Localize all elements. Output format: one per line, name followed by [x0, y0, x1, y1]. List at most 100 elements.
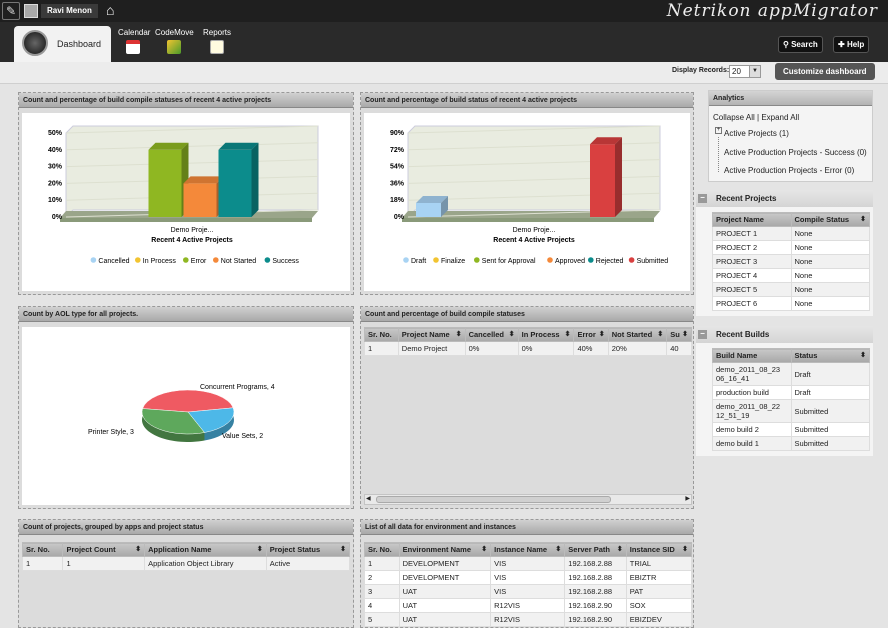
legend-swatch [474, 257, 480, 263]
table-row[interactable]: 1 DEVELOPMENT VIS 192.168.2.88 TRIAL [364, 556, 692, 571]
panel-title: Count by AOL type for all projects. [19, 307, 353, 322]
scroll-left-icon[interactable]: ◀ [366, 495, 371, 502]
column-header[interactable]: Sr. No. [364, 327, 399, 342]
column-header[interactable]: Cancelled ⬍ [464, 327, 519, 342]
display-records-select[interactable]: 20 ▼ [729, 65, 761, 78]
home-icon[interactable]: ⌂ [106, 2, 114, 18]
column-header[interactable]: Sr. No. [21, 542, 64, 557]
bar-success[interactable] [218, 149, 252, 217]
reports-icon [210, 40, 224, 54]
column-header[interactable]: Environment Name ⬍ [398, 542, 492, 557]
column-header[interactable]: Sr. No. [364, 542, 400, 557]
column-header[interactable]: Application Name ⬍ [144, 542, 267, 557]
y-tick-label: 30% [48, 164, 63, 171]
table-row[interactable]: 3 UAT VIS 192.168.2.88 PAT [364, 584, 692, 599]
table-cell: UAT [398, 598, 492, 613]
calendar-tool[interactable]: Calendar [118, 28, 150, 54]
table-row[interactable]: PROJECT 5 None [712, 282, 870, 297]
table-cell: Active [265, 556, 351, 571]
table-cell: Submitted [790, 422, 870, 437]
column-header[interactable]: Error ⬍ [573, 327, 609, 342]
collapse-icon[interactable]: − [698, 330, 707, 339]
table-row[interactable]: demo_2011_08_22 12_51_19 Submitted [712, 399, 870, 423]
sort-icon[interactable]: ⬍ [555, 545, 561, 553]
table-row[interactable]: 1 Demo Project 0% 0% 40% 20% 40 [364, 341, 692, 356]
sort-icon[interactable]: ⬍ [682, 330, 688, 338]
table-row[interactable]: production build Draft [712, 385, 870, 400]
table-wrap: Build Name Status ⬍ demo_2011_08_23 06_16_… [712, 348, 870, 451]
collapse-expand-links[interactable]: Collapse All | Expand All [713, 113, 799, 122]
table-row[interactable]: PROJECT 3 None [712, 254, 870, 269]
bar-not-started[interactable] [183, 183, 217, 217]
bar-submitted[interactable] [590, 144, 615, 217]
column-header[interactable]: Instance Name ⬍ [490, 542, 566, 557]
sort-icon[interactable]: ⬍ [456, 330, 462, 338]
bar-error[interactable] [148, 149, 182, 217]
sort-icon[interactable]: ⬍ [481, 545, 487, 553]
sort-icon[interactable]: ⬍ [657, 330, 663, 338]
chart-floor-edge [402, 218, 654, 222]
user-name[interactable]: Ravi Menon [41, 4, 98, 18]
sort-icon[interactable]: ⬍ [682, 545, 688, 553]
aol-pie-chart: Concurrent Programs, 4 Value Sets, 2 Print… [88, 384, 275, 442]
table-row[interactable]: PROJECT 1 None [712, 226, 870, 241]
table-cell: VIS [490, 556, 566, 571]
table-row[interactable]: 5 UAT R12VIS 192.168.2.90 EBIZDEV [364, 612, 692, 627]
column-header[interactable]: Project Name ⬍ [397, 327, 466, 342]
search-button[interactable]: ⚲ Search [778, 36, 823, 53]
tree-item-error[interactable]: Active Production Projects - Error (0) [724, 166, 854, 175]
sort-icon[interactable]: ⬍ [135, 545, 141, 553]
horizontal-scrollbar[interactable]: ◀ ▶ [364, 494, 692, 505]
search-label: Search [791, 40, 818, 49]
reports-tool[interactable]: Reports [200, 28, 234, 54]
customize-dashboard-button[interactable]: Customize dashboard [775, 63, 875, 80]
table-row[interactable]: 2 DEVELOPMENT VIS 192.168.2.88 EBIZTR [364, 570, 692, 585]
bar-draft[interactable] [416, 203, 441, 217]
recent-builds-panel: − Recent Builds Build Name Status ⬍ demo_2… [696, 326, 873, 456]
sort-icon[interactable]: ⬍ [860, 351, 866, 359]
collapse-icon[interactable]: − [698, 194, 707, 203]
sort-icon[interactable]: ⬍ [599, 330, 605, 338]
column-header[interactable]: In Process ⬍ [517, 327, 575, 342]
column-header[interactable]: Project Status ⬍ [265, 542, 351, 557]
table-cell: 4 [364, 598, 400, 613]
table-row[interactable]: PROJECT 4 None [712, 268, 870, 283]
sort-icon[interactable]: ⬍ [617, 545, 623, 553]
tree-item-active-projects[interactable]: Active Projects (1) [724, 129, 789, 138]
table-row[interactable]: demo_2011_08_23 06_16_41 Draft [712, 362, 870, 386]
table-row[interactable]: 1 1 Application Object Library Active [21, 556, 351, 571]
y-tick-label: 0% [52, 214, 63, 221]
table-row[interactable]: 4 UAT R12VIS 192.168.2.90 SOX [364, 598, 692, 613]
sort-icon[interactable]: ⬍ [509, 330, 515, 338]
help-button[interactable]: ✚ Help [833, 36, 870, 53]
tree-item-success[interactable]: Active Production Projects - Success (0) [724, 148, 867, 157]
table-row[interactable]: demo build 1 Submitted [712, 436, 870, 451]
scroll-thumb[interactable] [376, 496, 611, 503]
column-header[interactable]: Compile Status ⬍ [790, 212, 870, 227]
help-icon: ✚ [838, 40, 847, 49]
column-header[interactable]: Instance SID ⬍ [625, 542, 692, 557]
table-cell: 5 [364, 612, 400, 627]
pie-slice[interactable] [142, 389, 234, 413]
wrench-icon[interactable]: ✎ [2, 2, 20, 20]
column-header[interactable]: Project Count ⬍ [62, 542, 146, 557]
tree-expand-icon[interactable]: + [715, 127, 722, 134]
table-row[interactable]: PROJECT 6 None [712, 296, 870, 311]
codemove-tool[interactable]: CodeMove [155, 28, 194, 54]
sort-icon[interactable]: ⬍ [257, 545, 263, 553]
column-header[interactable]: Status ⬍ [790, 348, 870, 363]
table-cell: None [790, 268, 870, 283]
tab-dashboard[interactable]: Dashboard [14, 26, 111, 62]
column-header[interactable]: Build Name [712, 348, 792, 363]
table-row[interactable]: demo build 2 Submitted [712, 422, 870, 437]
legend-swatch [547, 257, 553, 263]
table-row[interactable]: PROJECT 2 None [712, 240, 870, 255]
column-header[interactable]: Project Name [712, 212, 792, 227]
sort-icon[interactable]: ⬍ [565, 330, 571, 338]
sort-icon[interactable]: ⬍ [340, 545, 346, 553]
column-header[interactable]: Su ⬍ [666, 327, 692, 342]
column-header[interactable]: Server Path ⬍ [564, 542, 627, 557]
column-header[interactable]: Not Started ⬍ [607, 327, 668, 342]
scroll-right-icon[interactable]: ▶ [685, 495, 690, 502]
sort-icon[interactable]: ⬍ [860, 215, 866, 223]
